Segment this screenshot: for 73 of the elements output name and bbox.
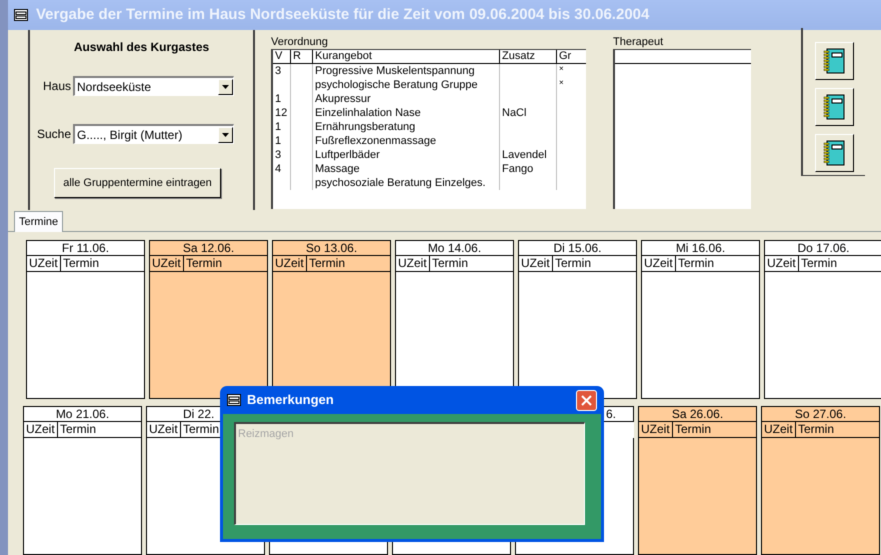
column-header: Kurangebot (313, 50, 500, 63)
notebook-button[interactable] (814, 42, 854, 80)
table-cell: 3 (275, 149, 282, 161)
column-header: Termin (677, 256, 716, 271)
notebook-button[interactable] (814, 134, 854, 172)
column-header: Termin (431, 256, 470, 271)
column-header: R (291, 50, 313, 63)
column-header: Termin (674, 422, 712, 437)
column-header: UZeit (147, 422, 181, 437)
column-header: UZeit (396, 256, 430, 271)
table-cell: Luftperlbäder (315, 149, 380, 161)
table-cell: Massage (315, 163, 360, 175)
table-cell: 1 (275, 135, 282, 147)
column-header: UZeit (762, 422, 796, 437)
day-header: Sa 12.06. (150, 241, 267, 255)
panel-heading: Auswahl des Kurgastes (74, 39, 210, 56)
table-cell: NaCl (502, 107, 526, 119)
column-header: Zusatz (500, 50, 557, 63)
column-header: UZeit (273, 256, 307, 271)
column-header: UZeit (27, 256, 61, 271)
column-header: Termin (800, 256, 838, 271)
combo-box[interactable]: Nordseeküste (73, 76, 234, 96)
day-header: So 27.06. (762, 406, 879, 421)
table-cell: Progressive Muskelentspannung (315, 65, 475, 77)
table-cell: 1 (275, 121, 282, 133)
field-label: Suche (36, 126, 71, 143)
table-cell: × (559, 78, 564, 87)
table-cell: 4 (275, 163, 282, 175)
dialog-title: Bemerkungen (247, 391, 335, 410)
section-label: Verordnung (271, 36, 329, 49)
notebook-icon (823, 94, 845, 120)
section-label: Therapeut (613, 36, 664, 49)
table-cell: Fußreflexzonenmassage (315, 135, 436, 147)
form-icon (14, 9, 28, 21)
notebook-icon (823, 140, 845, 166)
column-header: Termin (185, 256, 224, 271)
column-header: UZeit (765, 256, 799, 271)
column-header: UZeit (642, 256, 676, 271)
table-cell: 3 (275, 65, 282, 77)
notebook-button[interactable] (814, 88, 854, 126)
table-cell: Akupressur (315, 93, 371, 105)
column-header: Gr (558, 50, 572, 63)
column-header: UZeit (639, 422, 673, 437)
combo-box[interactable]: G....., Birgit (Mutter) (73, 124, 234, 144)
column-header: V (273, 50, 291, 63)
table-cell: 1 (275, 93, 282, 105)
table-cell: Ernährungsberatung (315, 121, 416, 133)
day-header: So 13.06. (273, 241, 390, 255)
column-header: UZeit (519, 256, 553, 271)
table-cell: Fango (502, 163, 534, 175)
form-icon (227, 394, 241, 406)
window-title: Vergabe der Termine im Haus Nordseeküste für die Zeit vom 09.06.2004 bis 30.06.2004 (36, 4, 650, 25)
table-cell: 12 (275, 107, 288, 119)
tab[interactable]: Termine (14, 211, 64, 232)
column-header: Termin (554, 256, 592, 271)
table-cell: Einzelinhalation Nase (315, 107, 421, 119)
notebook-icon (823, 48, 845, 74)
column-header: Termin (62, 256, 100, 271)
field-label: Haus (42, 78, 71, 95)
close-button[interactable] (576, 390, 597, 410)
table-cell: × (559, 64, 564, 73)
column-header: Termin (308, 256, 346, 271)
day-header: Sa 26.06. (639, 406, 756, 421)
column-header: Termin (59, 422, 98, 437)
close-icon (581, 394, 592, 406)
enter-group-appointments-button[interactable]: alle Gruppentermine eintragen (54, 168, 221, 198)
table-cell: psychologische Beratung Gruppe (315, 79, 478, 91)
remarks-field[interactable]: Reizmagen (234, 422, 585, 525)
table-cell: Lavendel (502, 149, 547, 161)
table-cell: psychosoziale Beratung Einzelges. (315, 177, 486, 189)
column-header: UZeit (24, 422, 58, 437)
column-header: Termin (797, 422, 836, 437)
column-header: UZeit (150, 256, 184, 271)
